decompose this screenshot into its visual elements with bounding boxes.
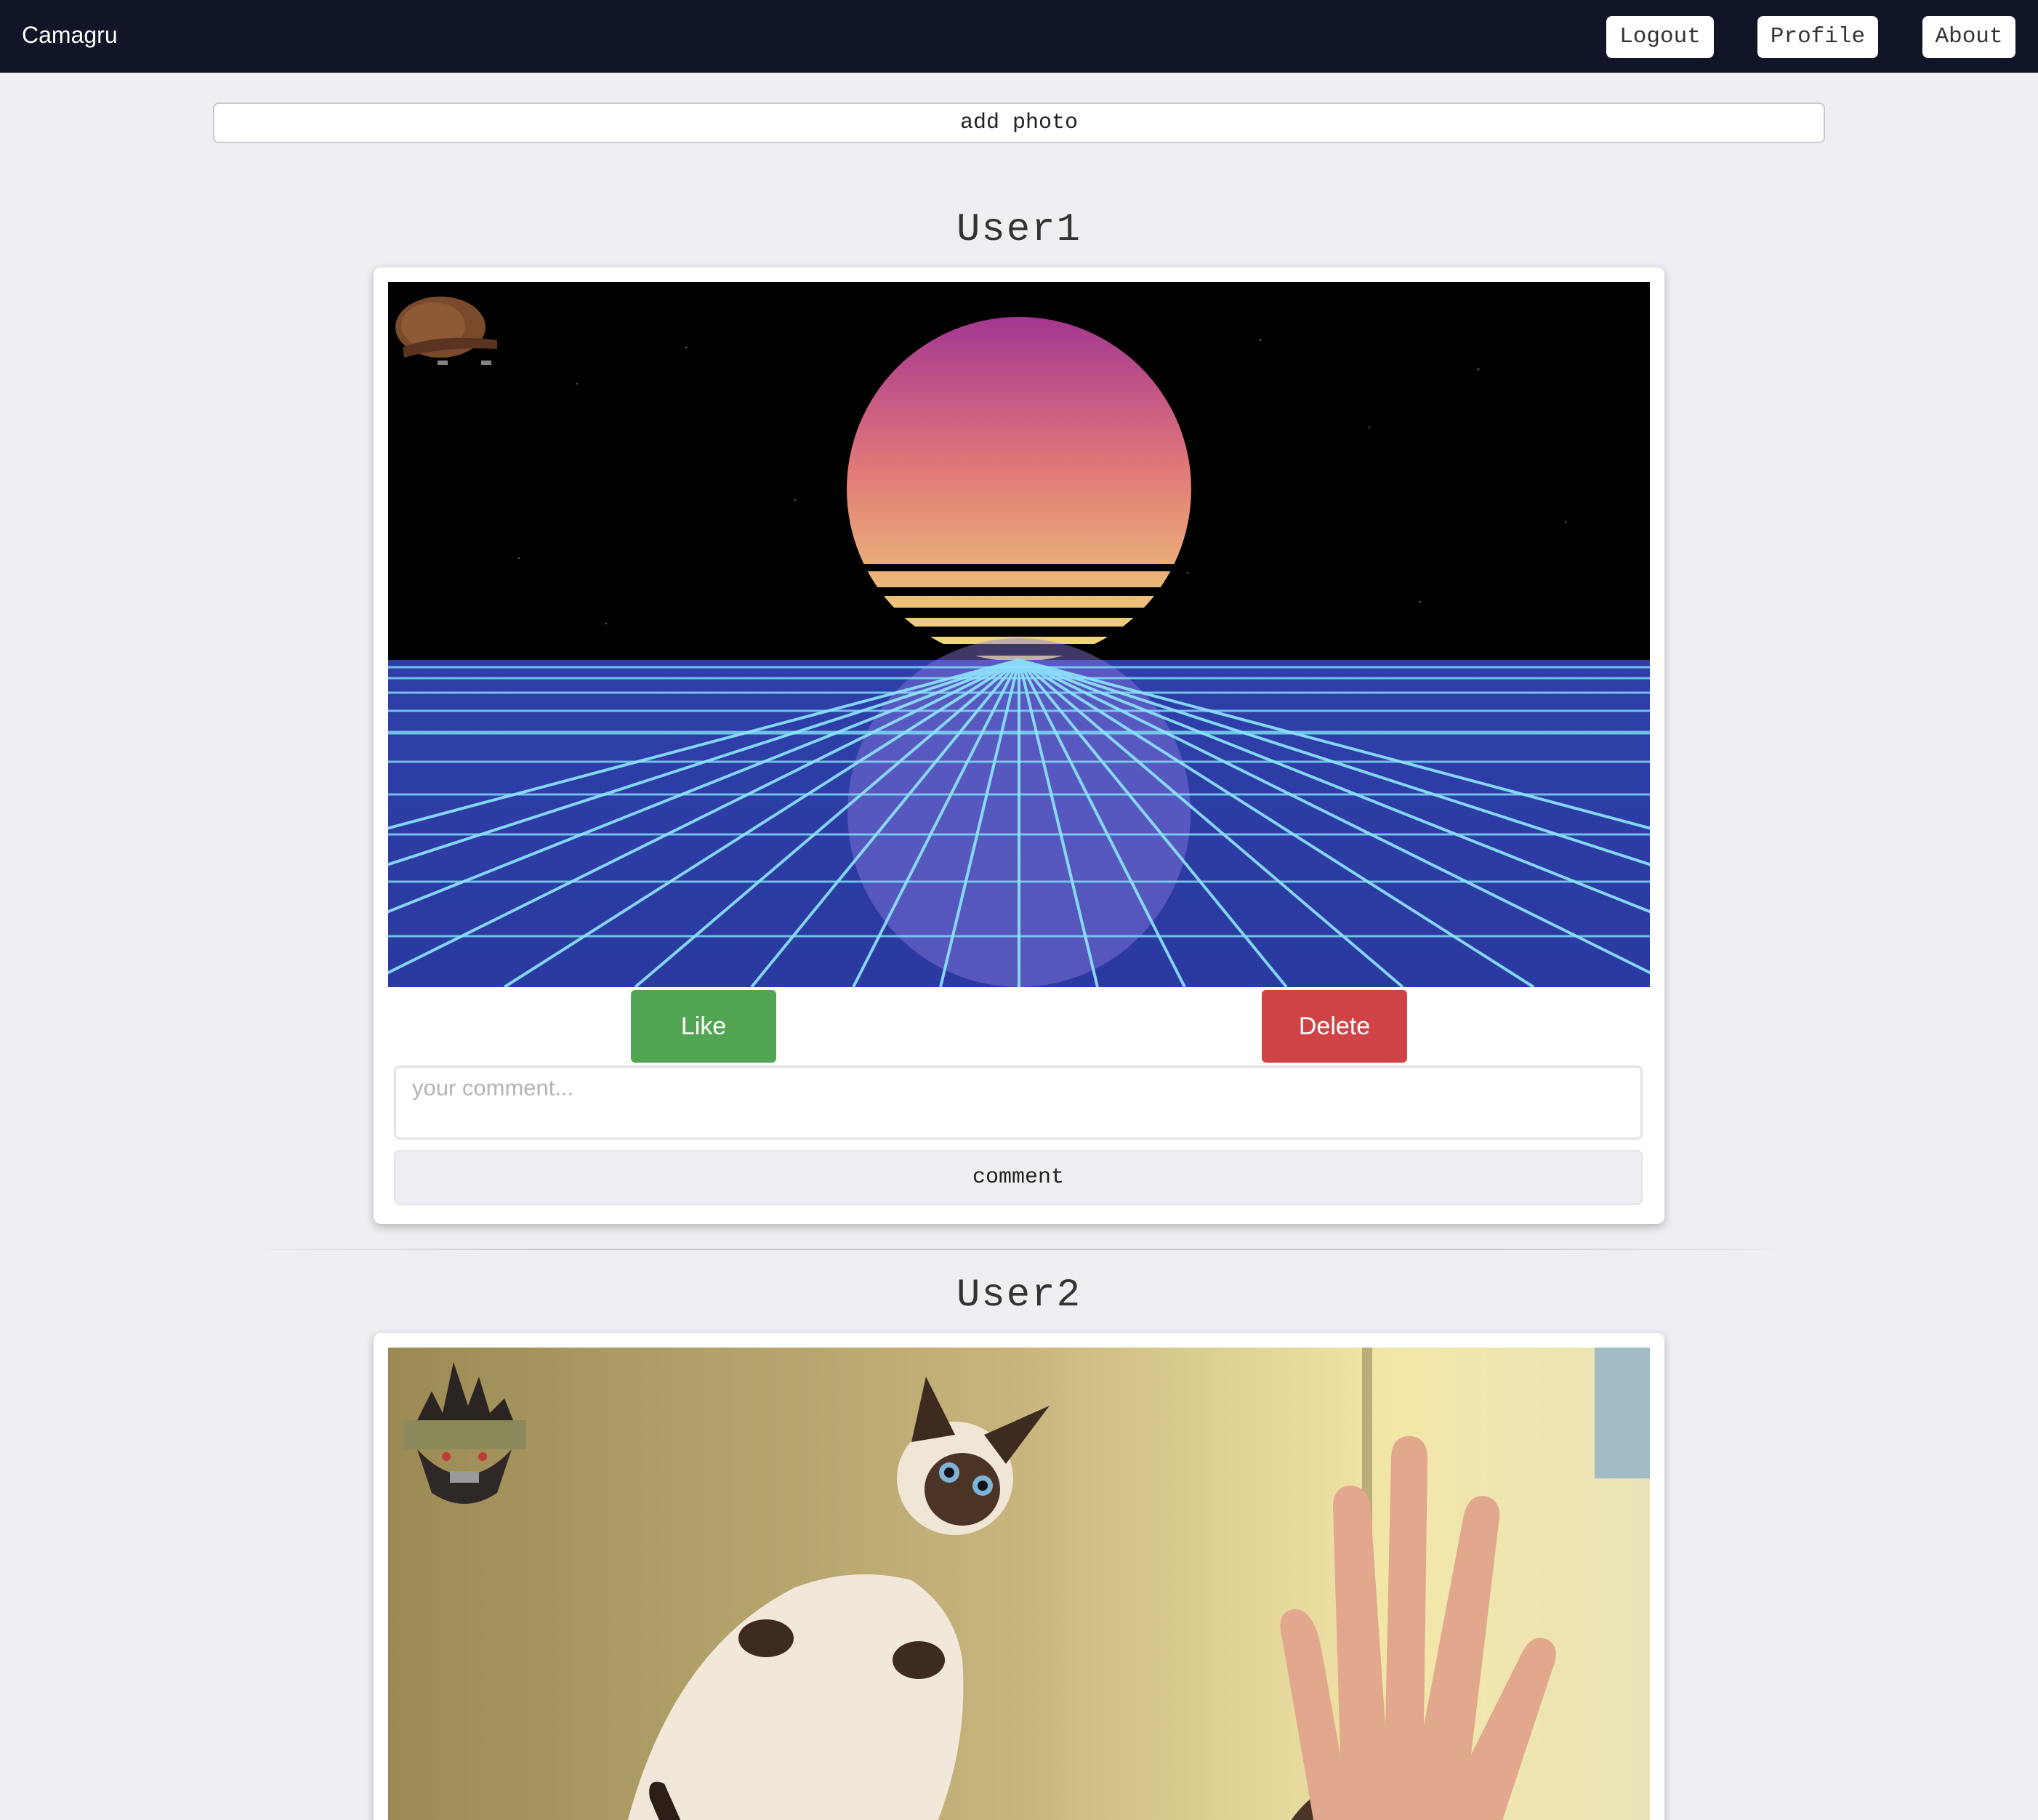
brand-logo[interactable]: Camagru [22, 22, 118, 49]
comment-submit-button[interactable]: comment [394, 1150, 1643, 1205]
post-photo [388, 1348, 1650, 1820]
post-username: User1 [956, 208, 1082, 252]
comment-input[interactable] [394, 1066, 1643, 1140]
logout-button[interactable]: Logout [1606, 16, 1714, 58]
post-photo [388, 282, 1650, 987]
profile-button[interactable]: Profile [1757, 16, 1878, 58]
post-card: Like Delete comment [374, 267, 1664, 1224]
cat-high-five-image [388, 1348, 1650, 1820]
navbar: Camagru Logout Profile About [0, 0, 2038, 73]
add-photo-button[interactable]: add photo [213, 102, 1825, 143]
like-button[interactable]: Like [631, 990, 776, 1063]
post-divider [225, 1249, 1813, 1250]
delete-button[interactable]: Delete [1262, 990, 1407, 1063]
post-username: User2 [956, 1273, 1082, 1318]
about-button[interactable]: About [1922, 16, 2015, 58]
synthwave-sunset-image [388, 282, 1650, 987]
post-card [374, 1333, 1664, 1820]
